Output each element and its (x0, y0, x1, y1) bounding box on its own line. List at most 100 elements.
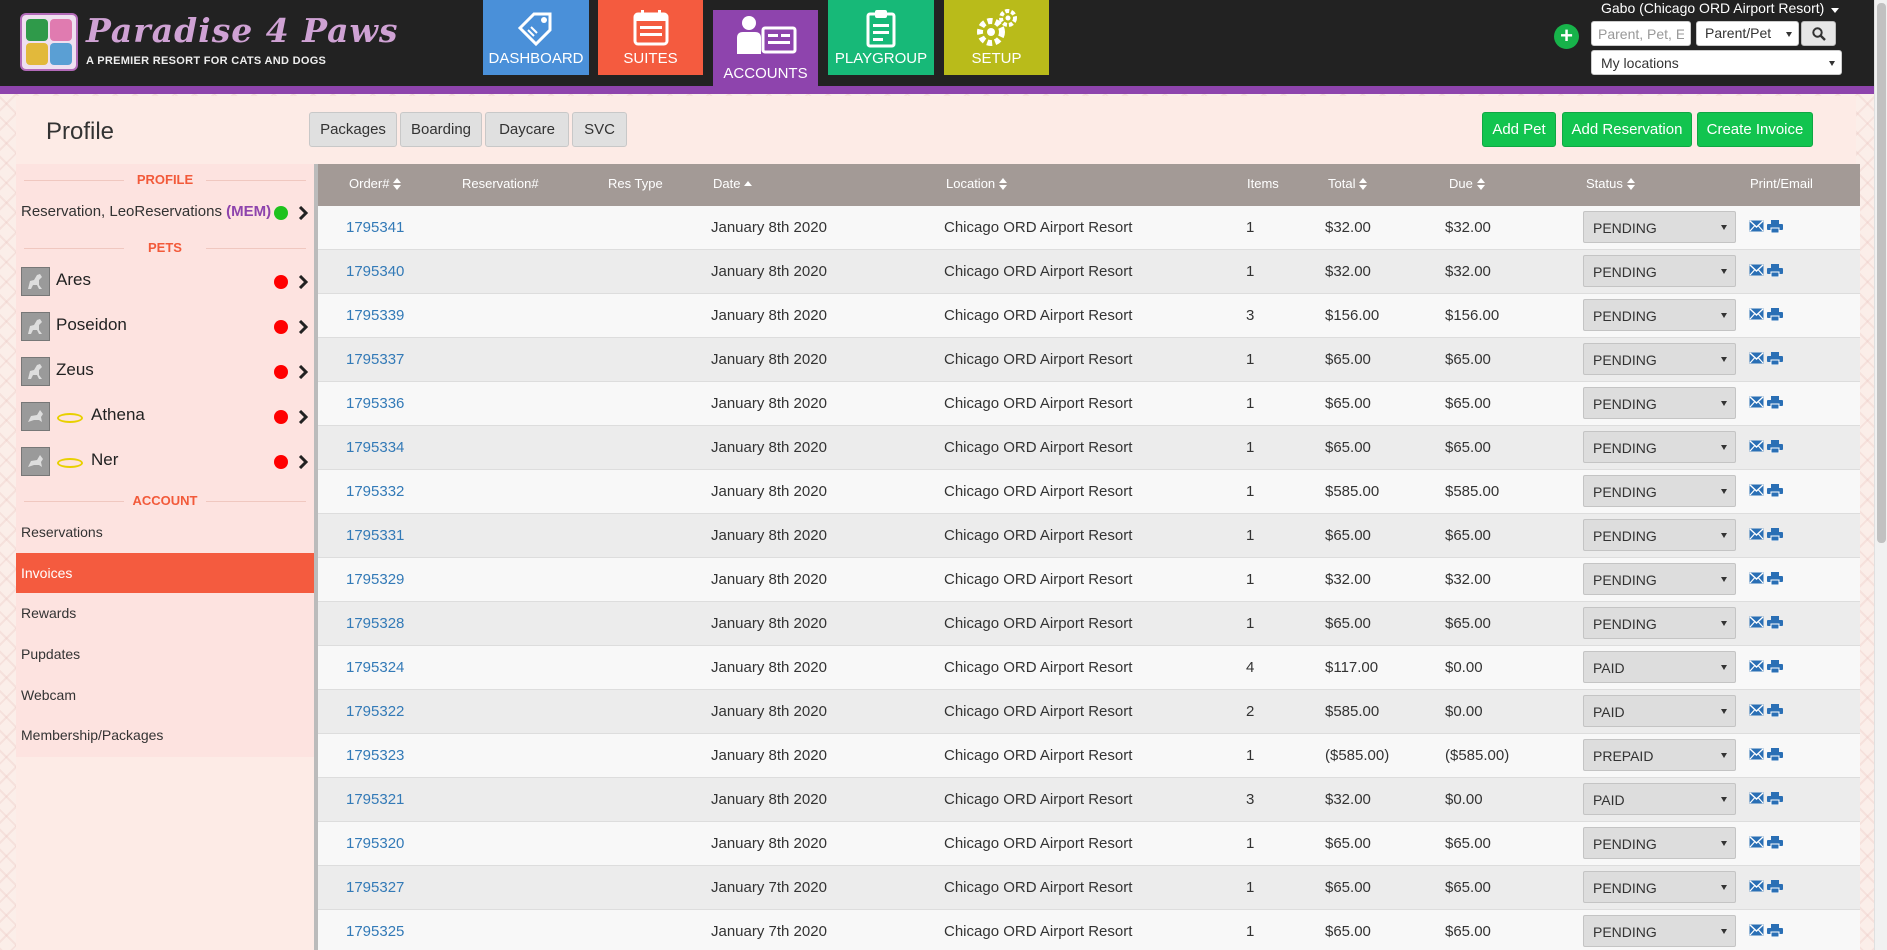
status-select[interactable]: PENDING (1583, 431, 1736, 463)
pet-avatar[interactable] (21, 402, 50, 431)
print-icon[interactable] (1767, 264, 1783, 277)
tab-packages[interactable]: Packages (309, 112, 397, 147)
sidebar-item-pupdates[interactable]: Pupdates (16, 634, 314, 674)
column-order[interactable]: Order# (349, 176, 402, 191)
nav-setup[interactable]: SETUP (944, 0, 1049, 75)
status-select[interactable]: PAID (1583, 651, 1736, 683)
add-new-icon[interactable]: + (1554, 24, 1579, 49)
sidebar-item-membership-packages[interactable]: Membership/Packages (16, 715, 314, 755)
print-icon[interactable] (1767, 792, 1783, 805)
email-icon[interactable] (1749, 528, 1764, 540)
print-icon[interactable] (1767, 220, 1783, 233)
column-total[interactable]: Total (1328, 176, 1368, 191)
tab-daycare[interactable]: Daycare (485, 112, 569, 147)
status-select[interactable]: PAID (1583, 783, 1736, 815)
order-link[interactable]: 1795322 (346, 703, 404, 720)
print-icon[interactable] (1767, 484, 1783, 497)
pet-avatar[interactable] (21, 312, 50, 341)
search-type-select[interactable]: Parent/Pet (1696, 21, 1799, 46)
status-select[interactable]: PENDING (1583, 387, 1736, 419)
email-icon[interactable] (1749, 352, 1764, 364)
user-menu-caret-icon[interactable] (1831, 8, 1839, 13)
order-link[interactable]: 1795337 (346, 351, 404, 368)
status-select[interactable]: PREPAID (1583, 739, 1736, 771)
logo[interactable]: Paradise 4 Paws A PREMIER RESORT FOR CAT… (18, 11, 398, 73)
order-link[interactable]: 1795331 (346, 527, 404, 544)
status-select[interactable]: PENDING (1583, 871, 1736, 903)
sidebar-item-webcam[interactable]: Webcam (16, 675, 314, 715)
status-select[interactable]: PENDING (1583, 211, 1736, 243)
email-icon[interactable] (1749, 308, 1764, 320)
status-select[interactable]: PENDING (1583, 299, 1736, 331)
scrollbar-thumb[interactable] (1877, 3, 1886, 543)
order-link[interactable]: 1795324 (346, 659, 404, 676)
print-icon[interactable] (1767, 924, 1783, 937)
nav-suites[interactable]: SUITES (598, 0, 703, 75)
tab-svc[interactable]: SVC (572, 112, 627, 147)
tab-boarding[interactable]: Boarding (400, 112, 482, 147)
status-select[interactable]: PENDING (1583, 827, 1736, 859)
search-input[interactable] (1591, 21, 1691, 46)
print-icon[interactable] (1767, 396, 1783, 409)
email-icon[interactable] (1749, 880, 1764, 892)
order-link[interactable]: 1795323 (346, 747, 404, 764)
add-reservation-button[interactable]: Add Reservation (1562, 112, 1692, 147)
search-button[interactable] (1801, 21, 1836, 46)
pet-name[interactable]: Athena (91, 405, 145, 425)
pet-name[interactable]: Ner (91, 450, 118, 470)
status-select[interactable]: PENDING (1583, 475, 1736, 507)
status-select[interactable]: PENDING (1583, 343, 1736, 375)
column-location[interactable]: Location (946, 176, 1008, 191)
print-icon[interactable] (1767, 528, 1783, 541)
sidebar-item-invoices[interactable]: Invoices (16, 553, 314, 593)
order-link[interactable]: 1795328 (346, 615, 404, 632)
pet-name[interactable]: Zeus (56, 360, 94, 380)
page-scrollbar[interactable] (1874, 0, 1887, 950)
chevron-right-icon[interactable] (296, 410, 310, 424)
nav-dashboard[interactable]: DASHBOARD (483, 0, 589, 75)
nav-accounts[interactable]: ACCOUNTS (713, 10, 818, 96)
order-link[interactable]: 1795321 (346, 791, 404, 808)
column-date[interactable]: Date (713, 176, 753, 191)
email-icon[interactable] (1749, 616, 1764, 628)
pet-name[interactable]: Poseidon (56, 315, 127, 335)
email-icon[interactable] (1749, 264, 1764, 276)
order-link[interactable]: 1795334 (346, 439, 404, 456)
print-icon[interactable] (1767, 440, 1783, 453)
print-icon[interactable] (1767, 836, 1783, 849)
email-icon[interactable] (1749, 440, 1764, 452)
status-select[interactable]: PENDING (1583, 563, 1736, 595)
email-icon[interactable] (1749, 748, 1764, 760)
column-due[interactable]: Due (1449, 176, 1485, 191)
email-icon[interactable] (1749, 704, 1764, 716)
order-link[interactable]: 1795341 (346, 219, 404, 236)
print-icon[interactable] (1767, 660, 1783, 673)
email-icon[interactable] (1749, 220, 1764, 232)
chevron-right-icon[interactable] (296, 365, 310, 379)
order-link[interactable]: 1795332 (346, 483, 404, 500)
pet-name[interactable]: Ares (56, 270, 91, 290)
order-link[interactable]: 1795327 (346, 879, 404, 896)
print-icon[interactable] (1767, 704, 1783, 717)
status-select[interactable]: PENDING (1583, 255, 1736, 287)
status-select[interactable]: PENDING (1583, 607, 1736, 639)
nav-playgroup[interactable]: PLAYGROUP (828, 0, 934, 75)
email-icon[interactable] (1749, 924, 1764, 936)
print-icon[interactable] (1767, 308, 1783, 321)
print-icon[interactable] (1767, 748, 1783, 761)
email-icon[interactable] (1749, 396, 1764, 408)
profile-name[interactable]: Reservation, LeoReservations (MEM) (21, 203, 271, 220)
status-select[interactable]: PENDING (1583, 519, 1736, 551)
print-icon[interactable] (1767, 352, 1783, 365)
column-status[interactable]: Status (1586, 176, 1635, 191)
status-select[interactable]: PAID (1583, 695, 1736, 727)
order-link[interactable]: 1795340 (346, 263, 404, 280)
print-icon[interactable] (1767, 880, 1783, 893)
chevron-right-icon[interactable] (296, 206, 310, 220)
order-link[interactable]: 1795336 (346, 395, 404, 412)
order-link[interactable]: 1795329 (346, 571, 404, 588)
email-icon[interactable] (1749, 572, 1764, 584)
email-icon[interactable] (1749, 660, 1764, 672)
chevron-right-icon[interactable] (296, 455, 310, 469)
add-pet-button[interactable]: Add Pet (1482, 112, 1556, 147)
